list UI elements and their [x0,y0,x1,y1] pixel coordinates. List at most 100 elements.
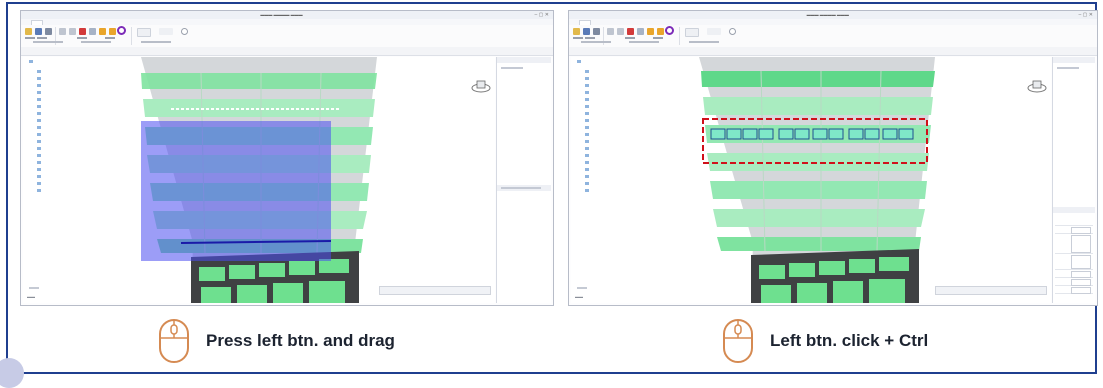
tree-item[interactable] [585,139,591,144]
select-mode-icon[interactable] [117,26,126,35]
tree-item[interactable] [37,146,43,151]
tool-icon[interactable] [99,28,106,35]
tool-icon[interactable] [69,28,76,35]
tree-item[interactable] [37,76,43,81]
mouse-left-button-icon [723,319,753,363]
view-toolbar[interactable] [379,286,491,295]
delete-icon[interactable] [79,28,86,35]
building-model[interactable] [141,57,495,303]
tree-item[interactable] [585,69,591,74]
save-icon[interactable] [583,28,590,35]
window-title: ▬▬▬ ▬▬▬▬ ▬▬▬ [806,12,849,17]
property-value-field[interactable] [1071,227,1091,234]
delete-icon[interactable] [627,28,634,35]
tree-item[interactable] [585,160,591,165]
tree-item[interactable] [37,97,43,102]
dropdown-icon[interactable] [137,28,151,37]
view-toolbar[interactable] [935,286,1047,295]
3d-viewport[interactable] [689,57,1051,303]
panel-tabs[interactable] [497,57,551,63]
tree-item[interactable] [37,111,43,116]
save-as-icon[interactable] [593,28,600,35]
tool-icon[interactable] [657,28,664,35]
tutorial-frame: ▬▬▬ ▬▬▬▬ ▬▬▬ – ▢ ✕ ▬▬ ▬▬▬ ▬▬▬▬ ▬▬▬ – ▢ ✕… [0,2,1098,388]
properties-panel [1052,57,1095,303]
tree-item[interactable] [585,167,591,172]
tool-icon[interactable] [159,28,173,35]
tree-item[interactable] [37,181,43,186]
tool-icon[interactable] [59,28,66,35]
3d-viewport[interactable] [141,57,495,303]
tree-item[interactable] [585,118,591,123]
tree-item[interactable] [37,83,43,88]
property-value-field[interactable] [1071,235,1091,253]
tree-item[interactable] [585,174,591,179]
tree-item[interactable] [585,97,591,102]
navigation-cube-icon[interactable] [471,79,491,93]
tree-item[interactable] [37,132,43,137]
tree-item[interactable] [37,174,43,179]
open-folder-icon[interactable] [573,28,580,35]
save-as-icon[interactable] [45,28,52,35]
tree-item[interactable] [585,188,591,193]
window-title: ▬▬▬ ▬▬▬▬ ▬▬▬ [260,12,303,17]
tree-item[interactable] [37,160,43,165]
tool-icon[interactable] [637,28,644,35]
tree-item[interactable] [37,118,43,123]
tool-icon[interactable] [647,28,654,35]
tool-icon[interactable] [617,28,624,35]
tree-item[interactable] [585,76,591,81]
model-tree [571,57,689,303]
tree-root[interactable] [29,59,35,64]
tree-root[interactable] [577,59,583,64]
property-value-field[interactable] [1071,271,1091,278]
tree-item[interactable] [37,125,43,130]
tool-icon[interactable] [707,28,721,35]
caption-text: Press left btn. and drag [206,331,395,350]
tool-icon[interactable] [607,28,614,35]
tree-item[interactable] [585,104,591,109]
tree-item[interactable] [585,132,591,137]
property-row [1055,235,1093,254]
tree-item[interactable] [37,167,43,172]
properties-panel [496,57,551,303]
property-value-field[interactable] [1071,279,1091,286]
open-folder-icon[interactable] [25,28,32,35]
glass-floors [701,71,935,251]
tree-item[interactable] [37,69,43,74]
tree-item[interactable] [37,153,43,158]
tree-footer [577,287,587,289]
tree-item[interactable] [585,83,591,88]
save-icon[interactable] [35,28,42,35]
tree-item[interactable] [585,153,591,158]
tree-item[interactable] [585,90,591,95]
property-value-field[interactable] [1071,255,1091,269]
tool-icon[interactable] [729,28,736,35]
tree-item[interactable] [37,188,43,193]
screenshot-panel-ctrl-click: ▬▬▬ ▬▬▬▬ ▬▬▬ – ▢ ✕ ▬▬ [568,10,1098,306]
property-row [1055,227,1093,234]
tool-icon[interactable] [109,28,116,35]
select-mode-icon[interactable] [665,26,674,35]
tree-item[interactable] [37,90,43,95]
property-value-field[interactable] [1071,287,1091,294]
panel-tabs[interactable] [1053,207,1095,213]
building-model[interactable] [689,57,1051,303]
tree-item[interactable] [585,181,591,186]
screenshot-panel-drag-select: ▬▬▬ ▬▬▬▬ ▬▬▬ – ▢ ✕ ▬▬ [20,10,554,306]
tree-footer [29,287,39,289]
window-controls[interactable]: – ▢ ✕ [535,12,549,18]
tree-item[interactable] [585,111,591,116]
tree-item[interactable] [585,146,591,151]
property-row [1055,219,1093,226]
navigation-cube-icon[interactable] [1027,79,1047,93]
dropdown-icon[interactable] [685,28,699,37]
window-controls[interactable]: – ▢ ✕ [1079,12,1093,18]
tool-icon[interactable] [181,28,188,35]
panel-tabs[interactable] [1053,57,1095,63]
instruction-ctrl-click: Left btn. click + Ctrl [722,318,928,364]
tree-item[interactable] [585,125,591,130]
tree-item[interactable] [37,104,43,109]
tool-icon[interactable] [89,28,96,35]
tree-item[interactable] [37,139,43,144]
